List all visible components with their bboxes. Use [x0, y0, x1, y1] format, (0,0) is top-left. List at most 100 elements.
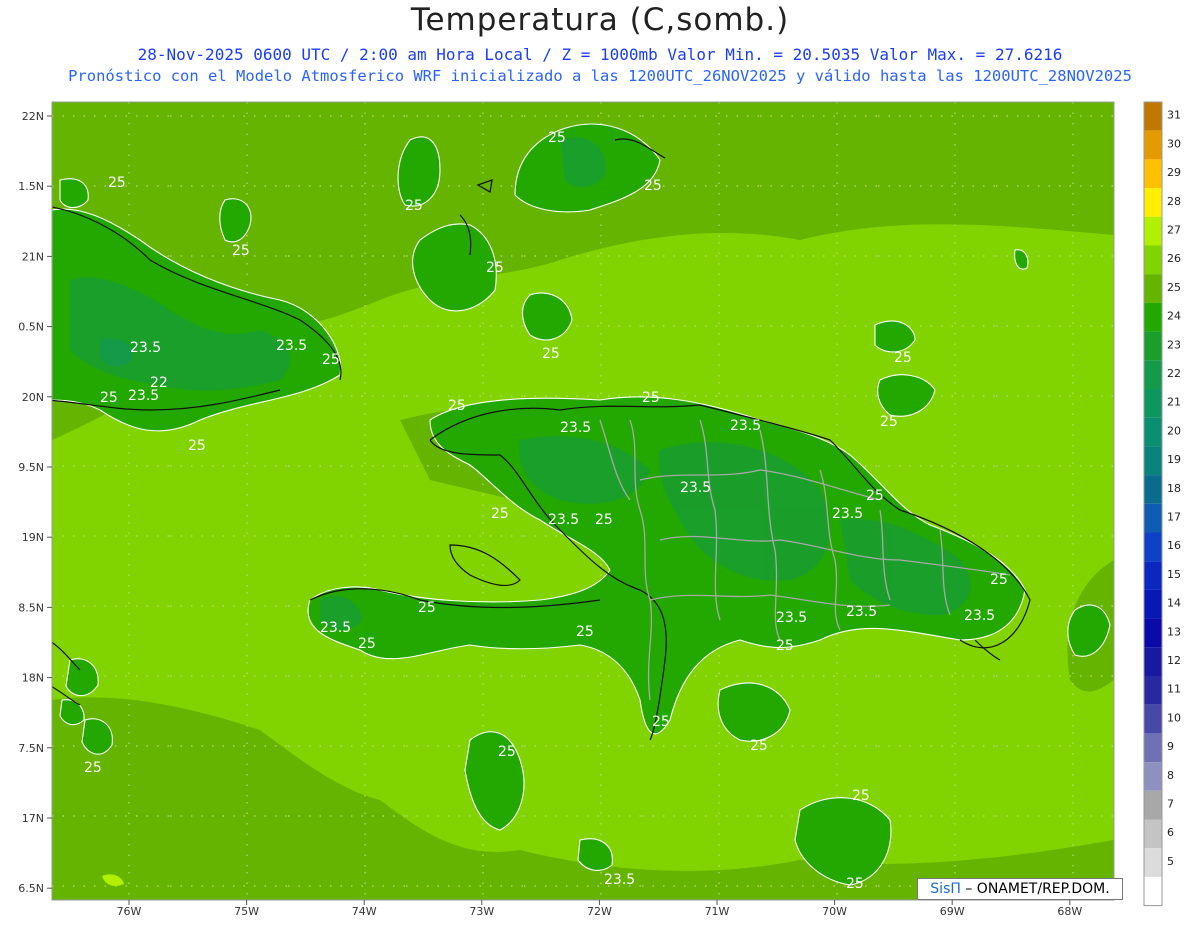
colorbar: 31 30 29 28 27 26 25 24 23 22 21 20 19 18 17 16 15 14 13 12…	[1143, 101, 1181, 907]
lon-label: 69W	[940, 905, 965, 918]
contour-label: 25	[548, 130, 566, 146]
colorbar-label: 24	[1167, 310, 1181, 323]
contour-label: 25	[652, 714, 670, 730]
contour-label: 25	[642, 390, 660, 406]
colorbar-swatch	[1144, 302, 1162, 332]
contour-label: 25	[880, 414, 898, 430]
contour-label: 25	[108, 175, 126, 191]
contour-label: 25	[405, 198, 423, 214]
contour-label: 23.5	[130, 340, 161, 356]
contour-label: 25	[100, 390, 118, 406]
lon-label: 75W	[234, 905, 259, 918]
contour-label: 25	[498, 744, 516, 760]
colorbar-swatch	[1144, 819, 1162, 849]
contour-label: 25	[866, 488, 884, 504]
lat-label: 8.5N	[18, 601, 44, 614]
credit-box: SisΠ – ONAMET/REP.DOM.	[917, 878, 1123, 900]
contour-label: 23.5	[730, 418, 761, 434]
lat-label: 22N	[22, 110, 44, 123]
contour-label: 25	[188, 438, 206, 454]
lon-label: 72W	[587, 905, 612, 918]
plot-area: 252525252525252523.523.523.522252525 2525…	[52, 102, 1114, 900]
colorbar-swatch	[1144, 532, 1162, 562]
lon-label: 74W	[352, 905, 377, 918]
contour-label: 23.5	[832, 506, 863, 522]
contour-label: 23.5	[846, 604, 877, 620]
contour-label: 23.5	[776, 610, 807, 626]
colorbar-swatch	[1144, 790, 1162, 820]
colorbar-label: 25	[1167, 281, 1181, 294]
lat-label: 19N	[22, 531, 44, 544]
colorbar-swatch	[1144, 618, 1162, 648]
colorbar-label: 11	[1167, 683, 1181, 696]
colorbar-swatch	[1144, 417, 1162, 447]
lat-label: 21N	[22, 250, 44, 263]
colorbar-swatch	[1144, 245, 1162, 275]
colorbar-label: 21	[1167, 396, 1181, 409]
contour-label: 25	[576, 624, 594, 640]
colorbar-swatch	[1144, 102, 1162, 131]
colorbar-swatch	[1144, 360, 1162, 389]
contour-label: 22	[150, 375, 168, 391]
colorbar-swatch	[1144, 561, 1162, 590]
lon-label: 73W	[469, 905, 494, 918]
colorbar-label: 16	[1167, 539, 1181, 552]
colorbar-label: 26	[1167, 252, 1181, 265]
colorbar-label: 18	[1167, 482, 1181, 495]
lat-label: 1.5N	[18, 180, 44, 193]
colorbar-swatch	[1144, 331, 1162, 361]
contour-label: 25	[852, 788, 870, 804]
contour-label: 25	[776, 638, 794, 654]
colorbar-swatch	[1144, 704, 1162, 734]
contour-label: 23.5	[604, 872, 635, 888]
colorbar-label: 14	[1167, 597, 1181, 610]
contour-label: 25	[84, 760, 102, 776]
lat-label: 7.5N	[18, 742, 44, 755]
colorbar-swatch	[1144, 188, 1162, 217]
contour-label: 25	[232, 243, 250, 259]
colorbar-swatch	[1144, 503, 1162, 533]
contour-label: 23.5	[548, 512, 579, 528]
contour-label: 23.5	[964, 608, 995, 624]
colorbar-swatch	[1144, 130, 1162, 160]
colorbar-label: 6	[1167, 826, 1174, 839]
lat-label: 20N	[22, 391, 44, 404]
colorbar-label: 9	[1167, 740, 1174, 753]
colorbar-label: 5	[1167, 855, 1174, 868]
contour-label: 23.5	[680, 480, 711, 496]
contour-label: 25	[322, 352, 340, 368]
colorbar-swatch	[1144, 389, 1162, 418]
contour-label: 25	[595, 512, 613, 528]
contour-label: 23.5	[320, 620, 351, 636]
contour-label: 25	[486, 260, 504, 276]
colorbar-label: 23	[1167, 338, 1181, 351]
colorbar-label: 7	[1167, 798, 1174, 811]
colorbar-swatch	[1144, 876, 1162, 906]
lon-label: 71W	[705, 905, 730, 918]
colorbar-label: 19	[1167, 453, 1181, 466]
lon-label: 68W	[1057, 905, 1082, 918]
contour-label: 23.5	[560, 420, 591, 436]
colorbar-label: 10	[1167, 711, 1181, 724]
contour-label: 25	[448, 398, 466, 414]
colorbar-label: 8	[1167, 769, 1174, 782]
colorbar-label: 31	[1167, 109, 1181, 122]
colorbar-swatch	[1144, 676, 1162, 705]
brand-logo: SisΠ	[930, 881, 961, 897]
credit-text: – ONAMET/REP.DOM.	[960, 881, 1110, 897]
colorbar-label: 28	[1167, 195, 1181, 208]
colorbar-swatch	[1144, 216, 1162, 246]
colorbar-label: 17	[1167, 511, 1181, 524]
colorbar-swatch	[1144, 762, 1162, 791]
colorbar-label: 12	[1167, 654, 1181, 667]
colorbar-swatch	[1144, 475, 1162, 504]
longitude-axis: 76W 75W 74W 73W 72W 71W 70W 69W 68W	[117, 900, 1082, 918]
colorbar-swatch	[1144, 589, 1162, 619]
contour-label: 23.5	[276, 338, 307, 354]
colorbar-swatch	[1144, 848, 1162, 877]
contour-label: 25	[644, 178, 662, 194]
contour-label: 25	[846, 876, 864, 892]
latitude-axis: 22N 1.5N 21N 0.5N 20N 9.5N 19N 8.5N 18N 7.5N 17N 6.…	[18, 110, 52, 895]
lon-label: 70W	[822, 905, 847, 918]
lat-label: 18N	[22, 672, 44, 685]
